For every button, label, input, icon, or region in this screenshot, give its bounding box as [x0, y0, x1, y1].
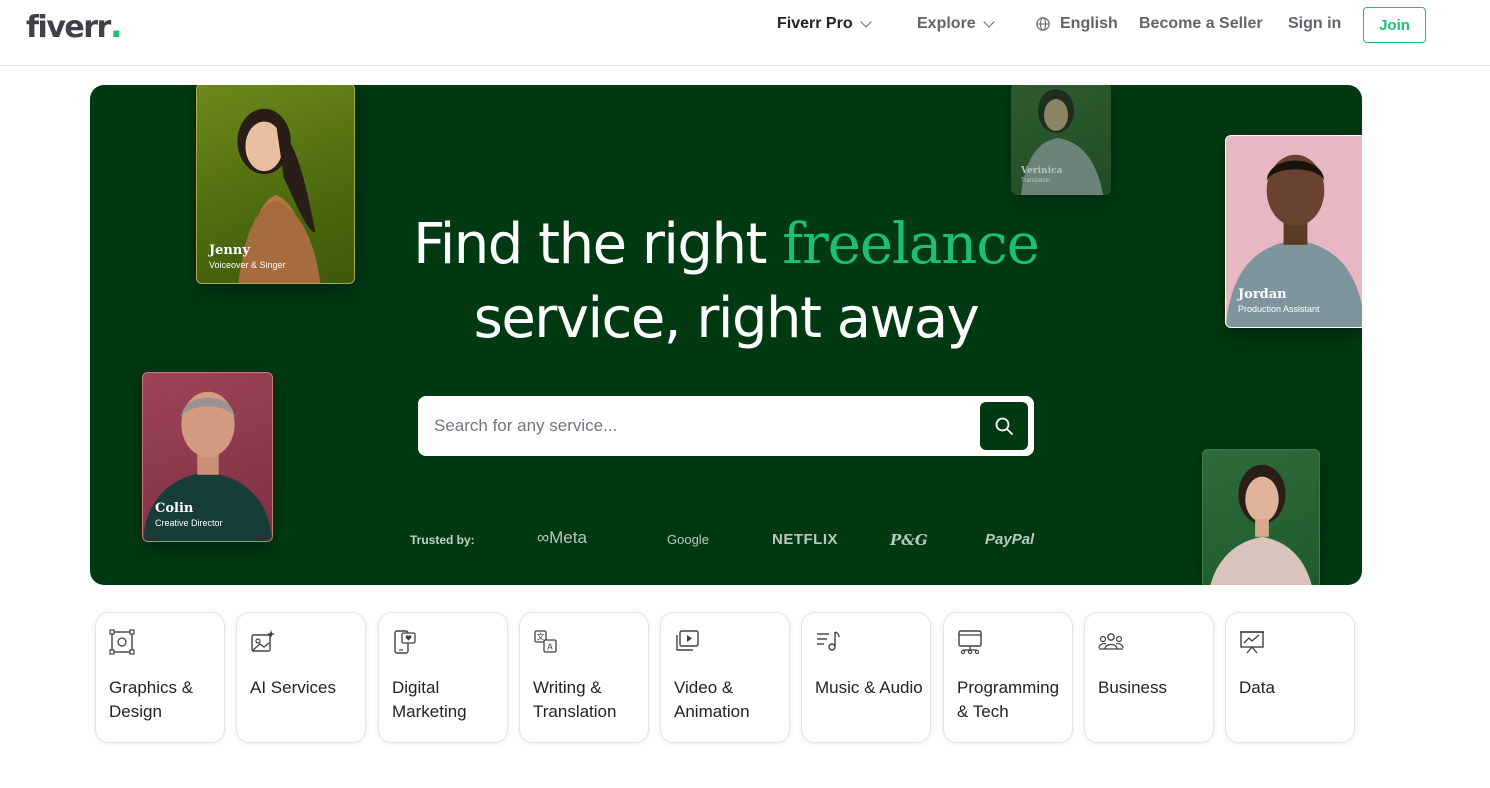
profile-card-freelancer: [1202, 449, 1320, 585]
paypal-logo: PayPal: [985, 531, 1035, 548]
category-writing-translation[interactable]: 文A Writing & Translation: [519, 612, 649, 743]
hero-title-prefix: Find the right: [413, 212, 783, 277]
search-bar: [418, 396, 1034, 456]
category-business[interactable]: Business: [1084, 612, 1214, 743]
join-button[interactable]: Join: [1363, 7, 1426, 43]
hero-banner: Jenny Voiceover & Singer Verinica Transl…: [90, 85, 1362, 585]
meta-logo: ∞Meta: [537, 528, 587, 547]
netflix-logo: NETFLIX: [772, 531, 838, 548]
programming-tech-icon: [958, 630, 982, 655]
category-data[interactable]: Data: [1225, 612, 1355, 743]
meta-brand-name: Meta: [549, 528, 587, 547]
category-digital-marketing[interactable]: Digital Marketing: [378, 612, 508, 743]
svg-text:A: A: [547, 643, 553, 652]
graphics-design-icon: [109, 629, 135, 655]
category-label: AI Services: [250, 678, 336, 697]
category-label: Digital Marketing: [392, 678, 467, 721]
profile-card-verinica: Verinica Translation: [1011, 85, 1111, 195]
search-icon: [995, 417, 1013, 435]
hero-title-accent: freelance: [782, 212, 1040, 277]
category-label: Data: [1239, 678, 1275, 697]
profile-name: Verinica: [1021, 166, 1063, 176]
digital-marketing-icon: [394, 630, 416, 654]
top-header: fiverr. Fiverr Pro Explore English Becom…: [0, 0, 1490, 66]
ai-services-icon: [251, 630, 275, 652]
category-label: Programming & Tech: [957, 678, 1060, 721]
chevron-down-icon: [859, 15, 872, 28]
globe-icon: [1036, 17, 1050, 31]
category-label: Music & Audio: [815, 678, 923, 697]
category-music-audio[interactable]: Music & Audio: [801, 612, 931, 743]
profile-caption: Verinica Translation: [1021, 166, 1062, 185]
profile-role: Creative Director: [155, 518, 223, 528]
nav-explore-label: Explore: [917, 15, 976, 32]
writing-translation-icon: 文A: [534, 630, 557, 653]
svg-text:文: 文: [537, 632, 545, 642]
nav-sign-in[interactable]: Sign in: [1288, 0, 1341, 48]
profile-caption: Colin Creative Director: [155, 501, 223, 529]
search-input[interactable]: [434, 396, 954, 456]
nav-become-seller[interactable]: Become a Seller: [1139, 0, 1263, 48]
business-icon: [1098, 633, 1124, 650]
data-icon: [1240, 631, 1264, 654]
nav-language[interactable]: English: [1036, 0, 1118, 48]
hero-title-line2: service, right away: [473, 286, 980, 351]
google-logo: Google: [667, 532, 709, 547]
category-label: Business: [1098, 678, 1167, 697]
category-graphics-design[interactable]: Graphics & Design: [95, 612, 225, 743]
hero-title-line1: Find the right freelance: [90, 209, 1362, 281]
category-programming-tech[interactable]: Programming & Tech: [943, 612, 1073, 743]
category-label: Graphics & Design: [109, 678, 194, 721]
search-button[interactable]: [980, 402, 1028, 450]
music-audio-icon: [817, 631, 840, 651]
profile-role: Translation: [1021, 178, 1051, 184]
category-label: Writing & Translation: [533, 678, 617, 721]
trusted-by-label: Trusted by:: [410, 533, 475, 547]
nav-explore[interactable]: Explore: [917, 0, 995, 48]
nav-fiverr-pro[interactable]: Fiverr Pro: [777, 0, 872, 48]
nav-language-label: English: [1060, 15, 1118, 32]
category-video-animation[interactable]: Video & Animation: [660, 612, 790, 743]
pg-logo: P&G: [890, 531, 928, 549]
profile-card-colin: Colin Creative Director: [142, 372, 273, 542]
category-label: Video & Animation: [674, 678, 750, 721]
category-ai-services[interactable]: AI Services: [236, 612, 366, 743]
chevron-down-icon: [983, 15, 995, 28]
fiverr-logo[interactable]: fiverr.: [26, 6, 123, 46]
portrait-image: [1210, 464, 1312, 585]
nav-fiverr-pro-label: Fiverr Pro: [777, 15, 853, 32]
profile-name: Colin: [155, 501, 194, 516]
video-animation-icon: [676, 630, 699, 651]
